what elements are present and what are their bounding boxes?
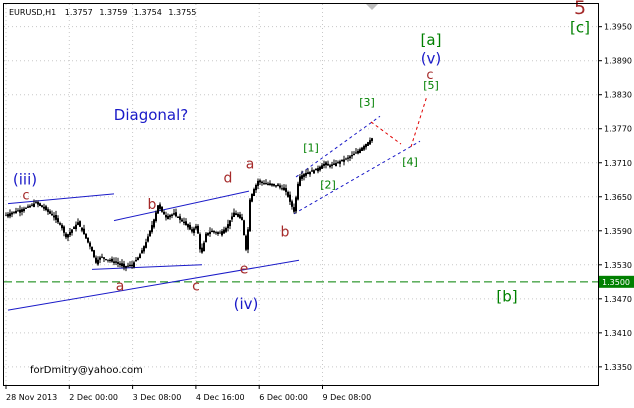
wave-label: c [192,278,200,294]
wave-label: b [281,224,290,240]
x-tick-label: 2 Dec 00:00 [69,393,118,402]
wave-label: [4] [402,156,418,169]
price-chart[interactable]: 1.3500 5[c] [a](v) c [5] [3] [1] [4] [2] Diagona… [0,0,634,408]
y-tick-label: 1.3470 [604,295,632,304]
chart-background [0,0,634,408]
chart-header: EURUSD,H1 1.3757 1.3759 1.3754 1.3755 [9,8,196,17]
x-tick-label: 28 Nov 2013 [6,393,57,402]
wave-label: d [224,171,233,187]
wave-label: a [246,156,255,172]
wave-label: Diagonal? [114,106,188,124]
chart-header-close: 1.3755 [168,8,196,17]
y-tick-label: 1.3590 [604,227,632,236]
wave-label: e [240,261,249,277]
wave-label: b [148,197,157,213]
support-level-label: 1.3500 [602,278,630,287]
y-tick-label: 1.3710 [604,159,632,168]
x-tick-label: 3 Dec 08:00 [133,393,182,402]
y-tick-label: 1.3350 [604,363,632,372]
wave-label: c [22,189,29,204]
wave-label: (iii) [13,170,37,188]
wave-label: [c] [570,18,590,36]
chart-header-high: 1.3759 [99,8,127,17]
x-tick-label: 6 Dec 00:00 [259,393,308,402]
wave-label: 5 [574,0,586,19]
y-tick-label: 1.3650 [604,193,632,202]
wave-label: [b] [496,288,517,306]
wave-label: [2] [320,178,336,191]
x-tick-label: 4 Dec 16:00 [196,393,245,402]
wave-label: (iv) [234,295,259,313]
y-tick-label: 1.3530 [604,261,632,270]
wave-label: [a] [421,31,442,49]
watermark-text: forDmitry@yahoo.com [30,365,143,376]
chart-header-symbol: EURUSD,H1 [9,8,56,17]
y-tick-label: 1.3410 [604,329,632,338]
x-tick-label: 9 Dec 08:00 [323,393,372,402]
y-tick-label: 1.3770 [604,125,632,134]
wave-label: [3] [359,96,375,109]
y-tick-label: 1.3830 [604,91,632,100]
chart-header-low: 1.3754 [134,8,162,17]
wave-label: a [116,278,125,294]
chart-header-open: 1.3757 [65,8,93,17]
y-tick-label: 1.3950 [604,23,632,32]
wave-label: [1] [303,141,319,154]
wave-label: (v) [421,50,442,68]
wave-label: [5] [423,79,439,92]
y-tick-label: 1.3890 [604,57,632,66]
